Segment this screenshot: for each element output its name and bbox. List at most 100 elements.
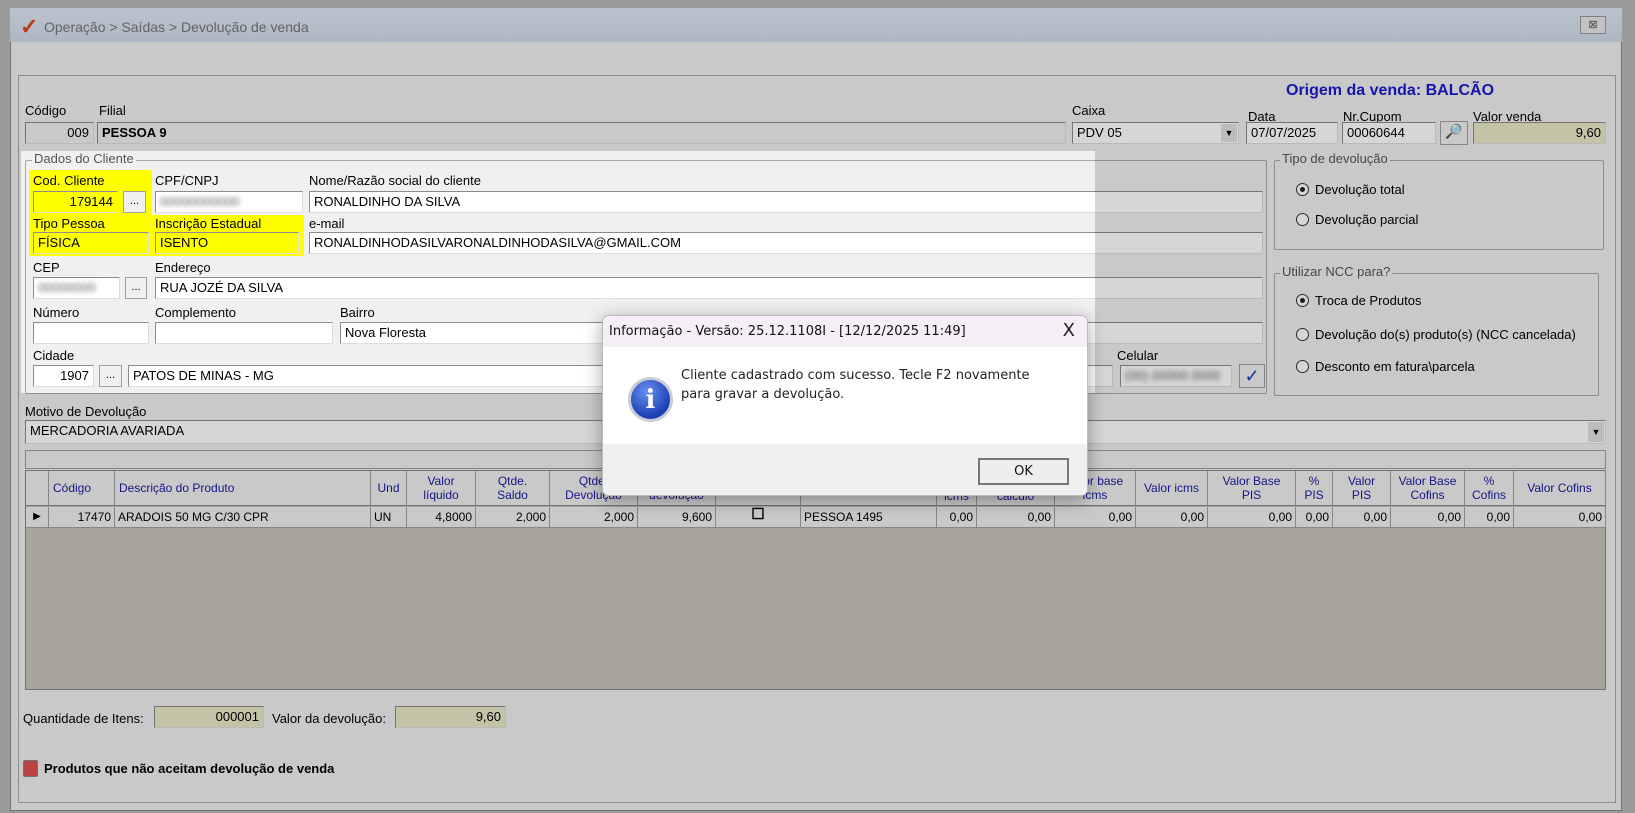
filial-label: Filial [99,103,126,118]
codigo-field[interactable]: 009 [25,122,94,144]
legend-red-swatch [23,760,38,777]
radio-label: Desconto em fatura\parcela [1315,359,1475,374]
dados-cliente-title: Dados do Cliente [32,151,136,166]
valor-devolucao-label: Valor da devolução: [272,711,386,726]
celular-value: (00) 00000 0000 [1125,368,1221,383]
celular-field[interactable]: (00) 00000 0000 [1120,365,1232,387]
complemento-field[interactable] [155,322,333,344]
grid-header-cell[interactable]: Descrição do Produto [115,471,371,506]
motivo-label: Motivo de Devolução [25,404,147,419]
grid-cell[interactable]: 0,00 [1465,507,1514,528]
grid-cell[interactable]: UN [371,507,407,528]
radio-devolucao-total[interactable]: Devolução total [1296,182,1405,197]
grid-cell[interactable]: 17470 [49,507,115,528]
radio-label: Devolução total [1315,182,1405,197]
cidade-search-button[interactable]: ... [99,365,122,387]
grid-cell[interactable]: 2,000 [476,507,550,528]
nome-label: Nome/Razão social do cliente [309,173,481,188]
radio-selected-icon [1296,183,1309,196]
chevron-down-icon[interactable]: ▼ [1588,422,1604,442]
grid-cell[interactable]: PESSOA 1495 [801,507,937,528]
grid-cell[interactable]: 0,00 [1055,507,1136,528]
cep-search-button[interactable]: ... [125,277,147,299]
cod-cliente-search-button[interactable]: ... [123,191,146,213]
cupom-field[interactable]: 00060644 [1342,122,1436,144]
radio-devolucao-ncc-cancelada[interactable]: Devolução do(s) produto(s) (NCC cancelad… [1296,327,1576,342]
grid-cell[interactable]: 0,00 [937,507,977,528]
celular-label: Celular [1117,348,1159,363]
radio-devolucao-parcial[interactable]: Devolução parcial [1296,212,1418,227]
grid-header-cell[interactable] [26,471,49,506]
grid-header-cell[interactable]: Valor icms [1136,471,1208,506]
grid-cell[interactable]: 0,00 [1391,507,1465,528]
grid-checkbox[interactable]: ☐ [716,507,801,528]
email-label: e-mail [309,216,345,231]
ie-field[interactable]: ISENTO [155,232,299,254]
grid-cell[interactable]: 0,00 [1514,507,1606,528]
ie-label: Inscrição Estadual [155,216,262,231]
window-title: Operação > Saídas > Devolução de venda [44,19,309,35]
cpf-field[interactable]: 00000000000 [155,191,303,213]
grid-header-cell[interactable]: % Cofins [1465,471,1514,506]
cep-label: CEP [33,260,60,275]
filial-field[interactable]: PESSOA 9 [97,122,1066,144]
grid-header-cell[interactable]: Valor PIS [1333,471,1391,506]
window-close-button[interactable]: ⊠ [1580,16,1606,34]
numero-field[interactable] [33,322,149,344]
cep-field[interactable]: 00000000 [33,277,120,299]
dialog-close-button[interactable]: X [1063,320,1075,341]
grid-cell[interactable]: 9,600 [638,507,716,528]
caixa-select[interactable]: PDV 05 ▼ [1072,122,1239,144]
search-icon: 🔎 [1445,123,1463,139]
caixa-label: Caixa [1072,103,1106,118]
info-dialog: Informação - Versão: 25.12.1108I - [12/1… [602,315,1088,496]
cod-cliente-label: Cod. Cliente [33,173,105,188]
grid-cell[interactable]: 0,00 [977,507,1055,528]
search-cupom-button[interactable]: 🔎 [1440,121,1468,145]
ok-button[interactable]: OK [978,458,1069,485]
row-indicator-icon[interactable]: ▶ [26,507,49,528]
radio-desconto-fatura[interactable]: Desconto em fatura\parcela [1296,359,1475,374]
caixa-value: PDV 05 [1077,125,1122,140]
products-grid[interactable]: Código Descrição do Produto Und Valor líqui… [25,470,1606,690]
data-field[interactable]: 07/07/2025 [1246,122,1338,144]
grid-cell[interactable]: 0,00 [1296,507,1333,528]
grid-header-cell[interactable]: Valor Cofins [1514,471,1606,506]
grid-header-cell[interactable]: Valor líquido [407,471,476,506]
grid-cell[interactable]: 0,00 [1333,507,1391,528]
dialog-title: Informação - Versão: 25.12.1108I - [12/1… [603,316,1087,347]
grid-header-cell[interactable]: Valor Base PIS [1208,471,1296,506]
grid-cell[interactable]: 2,000 [550,507,638,528]
chevron-down-icon[interactable]: ▼ [1221,124,1237,142]
grid-cell[interactable]: ARADOIS 50 MG C/30 CPR [115,507,371,528]
motivo-value: MERCADORIA AVARIADA [30,423,185,438]
email-field[interactable]: RONALDINHODASILVARONALDINHODASILVA@GMAIL… [309,232,1263,254]
tipo-pessoa-field[interactable]: FÍSICA [33,232,149,254]
grid-header-cell[interactable]: % PIS [1296,471,1333,506]
numero-label: Número [33,305,80,320]
cidade-cod-field[interactable]: 1907 [33,365,94,387]
codigo-label: Código [25,103,67,118]
cod-cliente-field[interactable]: 179144 [33,191,118,213]
valor-venda-field: 9,60 [1473,122,1606,144]
grid-header-cell[interactable]: Qtde. Saldo [476,471,550,506]
grid-header-cell[interactable]: Valor Base Cofins [1391,471,1465,506]
endereco-field[interactable]: RUA JOZÉ DA SILVA [155,277,1263,299]
radio-label: Devolução parcial [1315,212,1419,227]
app-logo-icon: ✓ [20,14,39,39]
tipo-pessoa-label: Tipo Pessoa [33,216,105,231]
grid-cell[interactable]: 0,00 [1136,507,1208,528]
info-icon: i [628,377,673,422]
grid-cell[interactable]: 0,00 [1208,507,1296,528]
grid-cell[interactable]: 4,8000 [407,507,476,528]
radio-icon [1296,360,1309,373]
grid-header-cell[interactable]: Código [49,471,115,506]
grid-header-cell[interactable]: Und [371,471,407,506]
qtd-itens-field: 000001 [154,706,264,728]
cpf-label: CPF/CNPJ [155,173,219,188]
nome-field[interactable]: RONALDINHO DA SILVA [309,191,1263,213]
radio-troca-produtos[interactable]: Troca de Produtos [1296,293,1421,308]
confirm-check-button[interactable]: ✓ [1239,364,1265,388]
radio-selected-icon [1296,294,1309,307]
endereco-label: Endereço [155,260,211,275]
